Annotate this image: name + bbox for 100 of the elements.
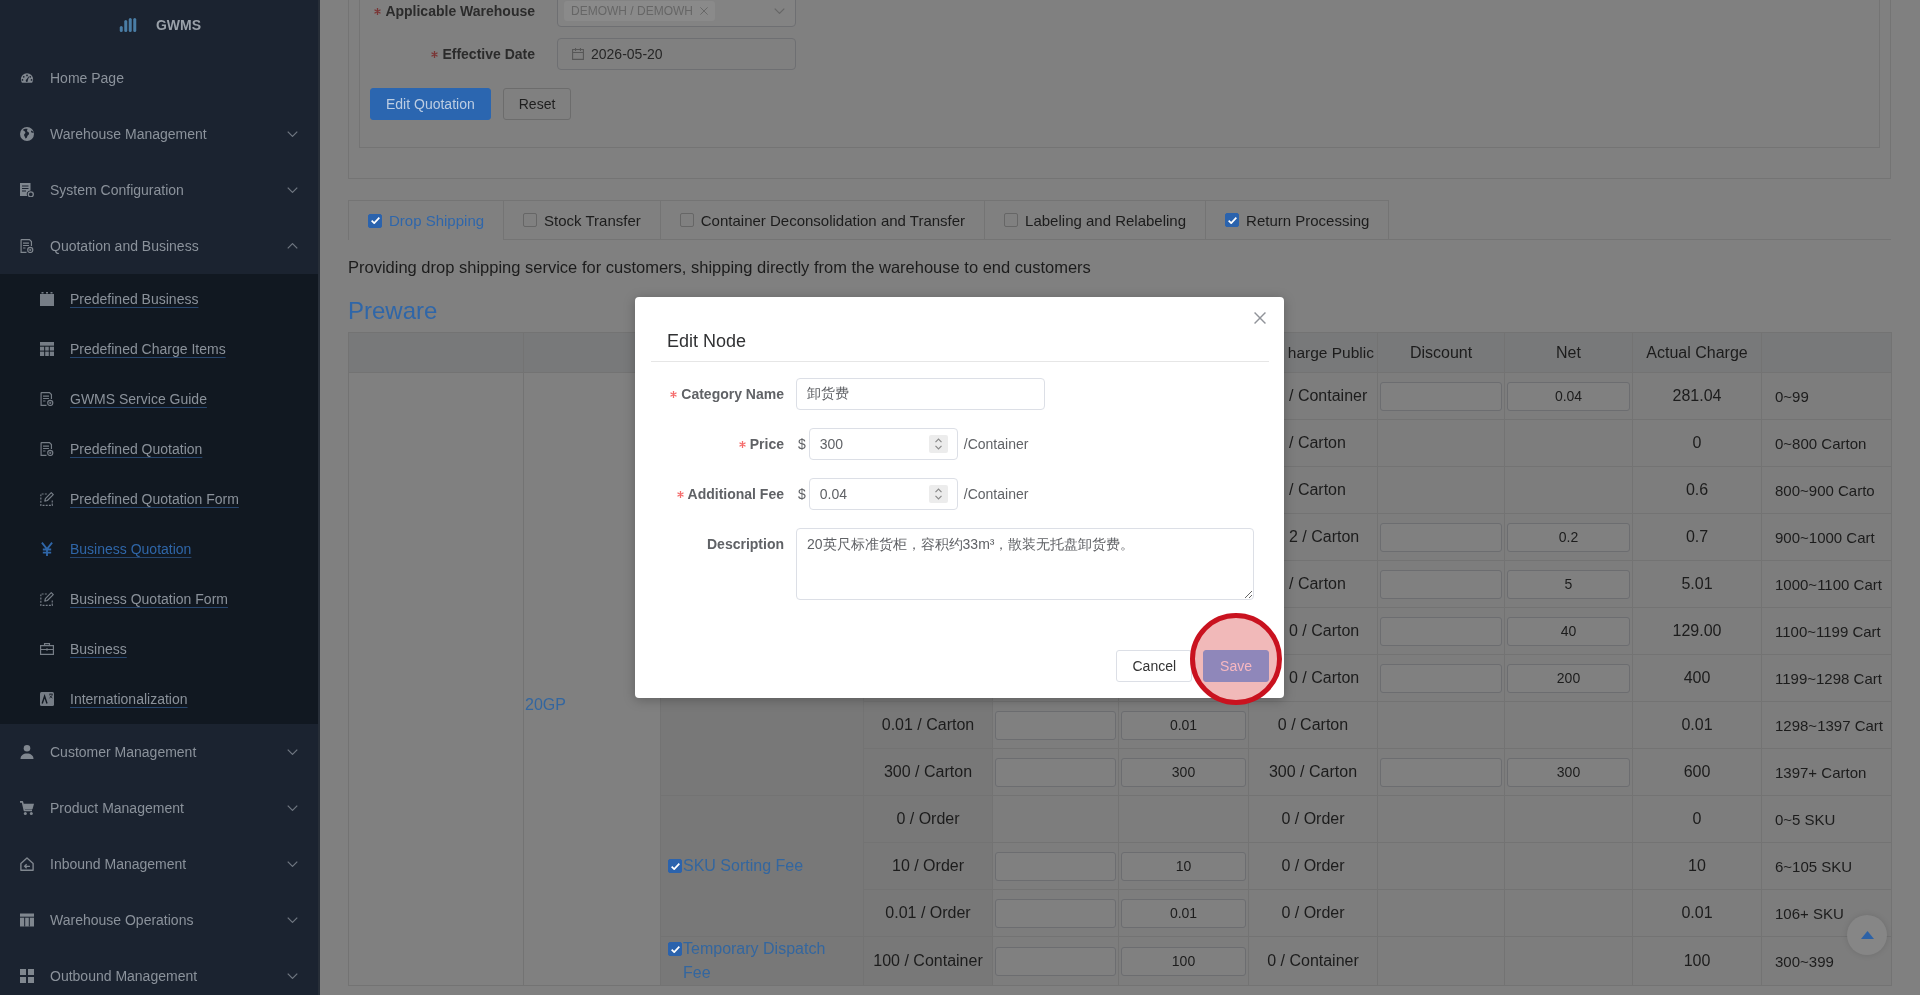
table-cell: 0~800 Carton <box>1761 419 1892 467</box>
table-cell: 0 / Order <box>863 795 993 843</box>
table-cell: 10 / Order <box>863 842 993 890</box>
menu-item[interactable]: Warehouse Operations <box>0 892 318 948</box>
field-label: Description <box>707 536 784 552</box>
input-field[interactable]: 0.01 <box>1121 710 1246 740</box>
table-cell: 100 <box>1632 936 1762 986</box>
table-cell: 0~99 <box>1761 372 1892 420</box>
checkbox[interactable] <box>668 942 682 956</box>
table-cell: 900~1000 Cart <box>1761 513 1892 561</box>
table-cell: 800~900 Carto <box>1761 466 1892 514</box>
gauge-icon <box>20 71 34 85</box>
close-icon[interactable] <box>1254 312 1266 324</box>
close-icon[interactable] <box>700 7 708 15</box>
check-icon <box>670 945 680 953</box>
table-cell: 0 / Order <box>1248 842 1378 890</box>
checkbox[interactable] <box>1225 213 1240 227</box>
table-cell: 6~105 SKU <box>1761 842 1892 890</box>
chevron-down-icon <box>774 8 785 14</box>
input-field[interactable]: 300 <box>1507 757 1630 787</box>
table-cell: 600 <box>1632 748 1762 796</box>
table-cell: 300 / Carton <box>1248 748 1378 796</box>
table-cell: 0 <box>1632 795 1762 843</box>
table-cell: 0 / Carton <box>1248 701 1378 749</box>
number-field[interactable]: 300 <box>808 428 958 460</box>
menu-item[interactable]: Inbound Management <box>0 836 318 892</box>
input-field[interactable]: 5 <box>1507 569 1630 599</box>
menu-item[interactable]: Outbound Management <box>0 948 318 995</box>
check-icon <box>370 217 380 224</box>
table-cell: 0 <box>1632 419 1762 467</box>
input-field[interactable]: 200 <box>1507 663 1630 693</box>
translate-icon <box>40 692 54 706</box>
menu-item[interactable]: Product Management <box>0 780 318 836</box>
table-cell: 0 / Order <box>1248 795 1378 843</box>
menu-item[interactable]: Quotation and Business <box>0 218 318 274</box>
table-cell: 0.01 <box>1632 889 1762 937</box>
menu-item[interactable]: System Configuration <box>0 162 318 218</box>
table-cell: 129.00 <box>1632 607 1762 655</box>
document-icon <box>20 183 34 197</box>
table-cell: 281.04 <box>1632 372 1762 420</box>
table-cell: 0.01 / Carton <box>863 701 993 749</box>
input-field[interactable]: 10 <box>1121 851 1246 881</box>
table-cell: 0 / Order <box>1248 889 1378 937</box>
submenu-item[interactable]: Predefined Charge Items <box>0 324 318 374</box>
checkbox[interactable] <box>368 213 382 228</box>
submenu-item[interactable]: Internationalization <box>0 674 318 724</box>
globe-icon <box>20 127 34 141</box>
cancel-button[interactable]: Cancel <box>1116 650 1193 682</box>
edit-button[interactable]: Edit Quotation <box>370 88 491 120</box>
text-field[interactable]: 卸货费 <box>796 378 1045 410</box>
caret-up-icon <box>1860 931 1874 939</box>
check-icon <box>670 862 680 870</box>
table-cell: 0.01 <box>1632 701 1762 749</box>
submenu-item[interactable]: GWMS Service Guide <box>0 374 318 424</box>
checkbox[interactable] <box>679 213 694 227</box>
prefix-text: $ <box>798 436 806 452</box>
submenu-item[interactable]: Predefined Business <box>0 274 318 324</box>
input-field[interactable]: 0.01 <box>1121 898 1246 928</box>
table-cell: 1000~1100 Cart <box>1761 560 1892 608</box>
input-field[interactable]: 40 <box>1507 616 1630 646</box>
table-cell: 1199~1298 Cart <box>1761 654 1892 702</box>
reset-button[interactable]: Reset <box>502 88 572 120</box>
submenu-item[interactable]: Predefined Quotation <box>0 424 318 474</box>
submenu-item[interactable]: Business <box>0 624 318 674</box>
dialog-title: Edit Node <box>667 330 747 353</box>
checkbox[interactable] <box>668 859 682 873</box>
briefcase-icon <box>40 642 54 656</box>
submenu-item[interactable]: Predefined Quotation Form <box>0 474 318 524</box>
date-field[interactable]: 2026-05-20 <box>557 38 796 70</box>
field-label: Category Name <box>681 386 784 402</box>
input-field[interactable]: 0.2 <box>1507 522 1630 552</box>
document-icon <box>20 239 34 253</box>
field-label: Additional Fee <box>687 486 784 502</box>
submenu-item[interactable]: Business Quotation Form <box>0 574 318 624</box>
edit-icon <box>40 592 54 606</box>
table-cell: 400 <box>1632 654 1762 702</box>
document-icon <box>40 442 54 456</box>
input-field[interactable]: 300 <box>1121 757 1246 787</box>
unit-text: /Container <box>963 486 1029 502</box>
column-header: Actual Charge <box>1632 332 1762 373</box>
input-field[interactable]: 100 <box>1121 946 1246 976</box>
table-cell: 1100~1199 Cart <box>1761 607 1892 655</box>
checkbox[interactable] <box>1004 213 1019 227</box>
checkbox[interactable] <box>523 213 538 227</box>
check-icon <box>1227 216 1237 224</box>
tab[interactable]: Return Processing <box>1205 200 1390 239</box>
calendar-icon <box>40 292 54 306</box>
table-icon <box>40 342 54 356</box>
field-label: Applicable Warehouse <box>385 3 535 19</box>
input-field[interactable]: 0.04 <box>1507 381 1630 411</box>
description-text: Providing drop shipping service for customers, shipping directly from the warehouse to end customers <box>348 257 1091 278</box>
table-cell: 10 <box>1632 842 1762 890</box>
menu-item[interactable]: Home Page <box>0 50 318 106</box>
menu-item[interactable]: Warehouse Management <box>0 106 318 162</box>
cart-icon <box>20 801 34 815</box>
menu-item[interactable]: Customer Management <box>0 724 318 780</box>
text-area[interactable]: 20英尺标准货柜，容积约33m³，散装无托盘卸货费。 <box>796 528 1254 600</box>
calendar-icon <box>572 48 584 60</box>
number-field[interactable]: 0.04 <box>808 478 958 510</box>
submenu-item[interactable]: Business Quotation <box>0 524 318 574</box>
